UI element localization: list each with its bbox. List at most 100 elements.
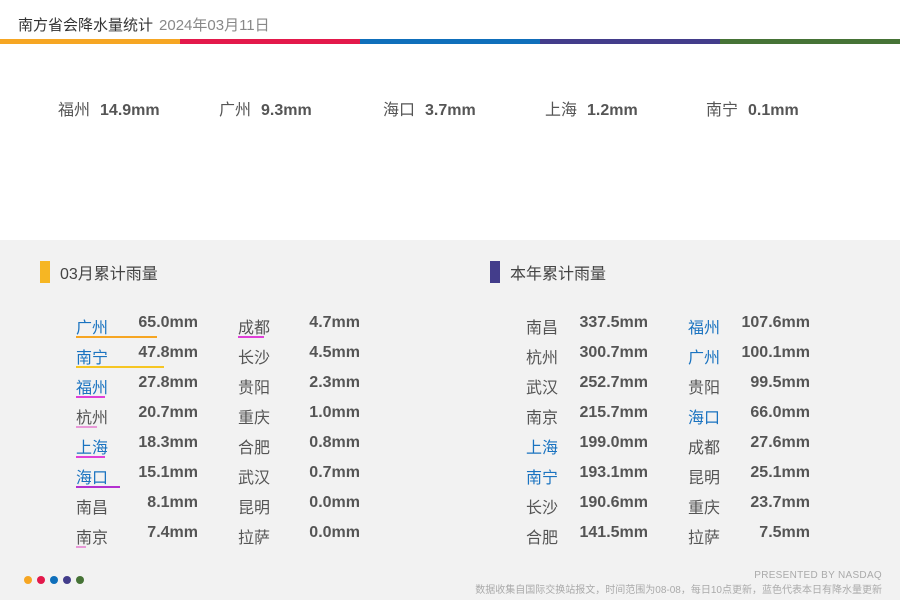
rain-city: 福州: [76, 380, 109, 397]
rain-city: 杭州: [76, 410, 109, 427]
color-stripe: [0, 39, 900, 44]
today-rainfall-row: 福州 14.9mm 广州 9.3mm 海口 3.7mm 上海 1.2mm 南宁 …: [0, 96, 900, 124]
rain-value: 27.6mm: [750, 434, 810, 451]
today-city: 上海: [545, 102, 578, 119]
brand-dots: [24, 576, 89, 584]
monthly-section-title: 03月累计雨量: [40, 260, 158, 284]
rain-value: 20.7mm: [138, 404, 198, 421]
monthly-title-marker: [40, 261, 50, 283]
rain-city: 海口: [688, 410, 721, 427]
rain-city: 昆明: [238, 500, 271, 517]
rain-city: 合肥: [238, 440, 271, 457]
rain-value: 190.6mm: [579, 494, 649, 511]
yearly-title-text: 本年累计雨量: [510, 266, 607, 283]
rain-row: 合肥 0.8mm: [238, 430, 360, 460]
today-item: 海口 3.7mm: [383, 96, 476, 120]
rain-row: 重庆 23.7mm: [688, 490, 810, 520]
rain-row: 海口 66.0mm: [688, 400, 810, 430]
rain-underline: [76, 486, 120, 488]
rain-value: 0.7mm: [309, 464, 360, 481]
today-item: 上海 1.2mm: [545, 96, 638, 120]
rain-underline: [76, 336, 157, 338]
rain-value: 300.7mm: [579, 344, 649, 361]
stripe-blue: [360, 39, 540, 44]
rain-value: 100.1mm: [741, 344, 811, 361]
rain-row: 昆明 25.1mm: [688, 460, 810, 490]
rain-value: 25.1mm: [750, 464, 810, 481]
rain-row: 武汉 0.7mm: [238, 460, 360, 490]
rain-row: 上海 199.0mm: [526, 430, 648, 460]
rain-city: 南昌: [526, 320, 559, 337]
rain-city: 南宁: [76, 350, 109, 367]
today-value: 0.1mm: [748, 102, 799, 119]
rain-underline: [76, 366, 164, 368]
rain-row: 拉萨 7.5mm: [688, 520, 810, 550]
rain-value: 199.0mm: [579, 434, 649, 451]
rain-city: 南宁: [526, 470, 559, 487]
rain-city: 武汉: [526, 380, 559, 397]
stripe-green: [720, 39, 900, 44]
rain-value: 141.5mm: [579, 524, 649, 541]
rain-row: 南昌 8.1mm: [76, 490, 198, 520]
yearly-column-2: 福州 107.6mm 广州 100.1mm 贵阳 99.5mm 海口 66.0mm 成都 27.6…: [688, 310, 810, 550]
rain-city: 杭州: [526, 350, 559, 367]
rain-value: 65.0mm: [138, 314, 198, 331]
rain-row: 南京 215.7mm: [526, 400, 648, 430]
rain-value: 2.3mm: [309, 374, 360, 391]
rain-value: 107.6mm: [741, 314, 811, 331]
rain-row: 合肥 141.5mm: [526, 520, 648, 550]
rain-row: 贵阳 2.3mm: [238, 370, 360, 400]
rain-row: 福州 27.8mm: [76, 370, 198, 400]
rain-row: 福州 107.6mm: [688, 310, 810, 340]
rain-row: 成都 27.6mm: [688, 430, 810, 460]
yearly-section-title: 本年累计雨量: [490, 260, 606, 284]
rain-underline: [76, 426, 97, 428]
today-item: 南宁 0.1mm: [706, 96, 799, 120]
rain-row: 武汉 252.7mm: [526, 370, 648, 400]
rain-city: 成都: [238, 320, 271, 337]
rain-row: 广州 100.1mm: [688, 340, 810, 370]
page-title: 南方省会降水量统计: [18, 17, 154, 34]
rain-city: 合肥: [526, 530, 559, 547]
rain-city: 广州: [688, 350, 721, 367]
page-header: 南方省会降水量统计 2024年03月11日: [18, 14, 270, 38]
cumulative-panel: 03月累计雨量 本年累计雨量 广州 65.0mm 南宁 47.8mm 福州 27.8mm 杭…: [0, 240, 900, 600]
today-city: 福州: [58, 102, 91, 119]
rain-city: 长沙: [526, 500, 559, 517]
stripe-red: [180, 39, 360, 44]
rain-city: 成都: [688, 440, 721, 457]
rain-underline: [238, 336, 264, 338]
today-value: 9.3mm: [261, 102, 312, 119]
rain-row: 海口 15.1mm: [76, 460, 198, 490]
dot-indigo: [63, 576, 71, 584]
rain-city: 南昌: [76, 500, 109, 517]
rain-underline: [76, 546, 86, 548]
rain-city: 拉萨: [688, 530, 721, 547]
yearly-title-marker: [490, 261, 500, 283]
rain-row: 杭州 300.7mm: [526, 340, 648, 370]
rain-row: 上海 18.3mm: [76, 430, 198, 460]
rain-underline: [76, 396, 105, 398]
rain-row: 贵阳 99.5mm: [688, 370, 810, 400]
rain-value: 7.4mm: [147, 524, 198, 541]
rain-value: 0.0mm: [309, 524, 360, 541]
rain-city: 重庆: [238, 410, 271, 427]
rain-city: 昆明: [688, 470, 721, 487]
rain-value: 252.7mm: [579, 374, 649, 391]
rain-value: 23.7mm: [750, 494, 810, 511]
rain-value: 1.0mm: [309, 404, 360, 421]
rain-city: 上海: [526, 440, 559, 457]
rain-value: 99.5mm: [750, 374, 810, 391]
rain-city: 贵阳: [688, 380, 721, 397]
rain-row: 成都 4.7mm: [238, 310, 360, 340]
footer-brand: PRESENTED BY NASDAQ: [754, 570, 882, 581]
rain-row: 广州 65.0mm: [76, 310, 198, 340]
dot-blue: [50, 576, 58, 584]
dot-orange: [24, 576, 32, 584]
rain-value: 4.7mm: [309, 314, 360, 331]
rain-city: 广州: [76, 320, 109, 337]
rain-city: 武汉: [238, 470, 271, 487]
rain-row: 南京 7.4mm: [76, 520, 198, 550]
rain-city: 贵阳: [238, 380, 271, 397]
rain-row: 长沙 4.5mm: [238, 340, 360, 370]
